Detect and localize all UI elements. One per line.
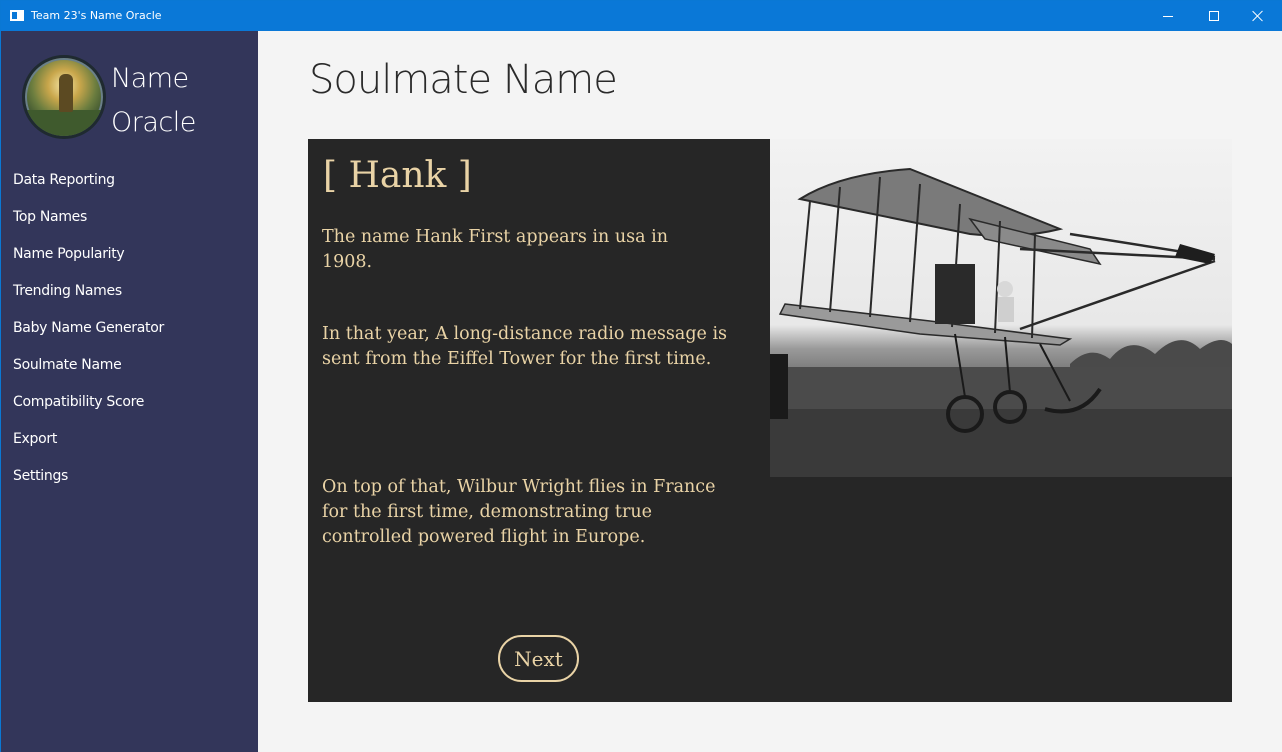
name-origin-text: The name Hank First appears in usa in 19… bbox=[322, 227, 668, 272]
main-content: Soulmate Name [ Hank ] The name Hank Fir… bbox=[258, 31, 1282, 752]
close-button[interactable] bbox=[1235, 1, 1281, 31]
window-title: Team 23's Name Oracle bbox=[31, 9, 162, 22]
minimize-icon bbox=[1163, 15, 1173, 17]
oracle-logo bbox=[22, 55, 106, 139]
sidebar-item-export[interactable]: Export bbox=[1, 421, 258, 458]
biplane-illustration bbox=[770, 167, 1232, 477]
sidebar-item-trending-names[interactable]: Trending Names bbox=[1, 273, 258, 310]
minimize-button[interactable] bbox=[1145, 1, 1191, 31]
additional-event-text: On top of that, Wilbur Wright flies in F… bbox=[322, 477, 716, 547]
sidebar-item-soulmate-name[interactable]: Soulmate Name bbox=[1, 347, 258, 384]
window-icon bbox=[10, 10, 24, 21]
sidebar-item-name-popularity[interactable]: Name Popularity bbox=[1, 236, 258, 273]
biplane-photo bbox=[770, 139, 1232, 477]
maximize-button[interactable] bbox=[1191, 1, 1237, 31]
historical-event-text: In that year, A long-distance radio mess… bbox=[322, 324, 728, 369]
sidebar-item-baby-name-generator[interactable]: Baby Name Generator bbox=[1, 310, 258, 347]
page-title: Soulmate Name bbox=[309, 57, 618, 103]
soulmate-name-heading: [ Hank ] bbox=[323, 155, 472, 196]
maximize-icon bbox=[1209, 11, 1219, 21]
sidebar: Name Oracle Data Reporting Top Names Nam… bbox=[1, 31, 258, 752]
next-button[interactable]: Next bbox=[498, 635, 579, 682]
app-window: Team 23's Name Oracle Name Oracle Data R… bbox=[0, 0, 1282, 752]
soulmate-card: [ Hank ] The name Hank First appears in … bbox=[308, 139, 1232, 702]
sidebar-item-top-names[interactable]: Top Names bbox=[1, 199, 258, 236]
sidebar-item-compatibility-score[interactable]: Compatibility Score bbox=[1, 384, 258, 421]
logo-title: Name Oracle bbox=[111, 63, 196, 138]
title-bar[interactable]: Team 23's Name Oracle bbox=[1, 1, 1281, 31]
sidebar-nav: Data Reporting Top Names Name Popularity… bbox=[1, 162, 258, 495]
sidebar-item-settings[interactable]: Settings bbox=[1, 458, 258, 495]
close-icon bbox=[1252, 10, 1264, 22]
sidebar-item-data-reporting[interactable]: Data Reporting bbox=[1, 162, 258, 199]
